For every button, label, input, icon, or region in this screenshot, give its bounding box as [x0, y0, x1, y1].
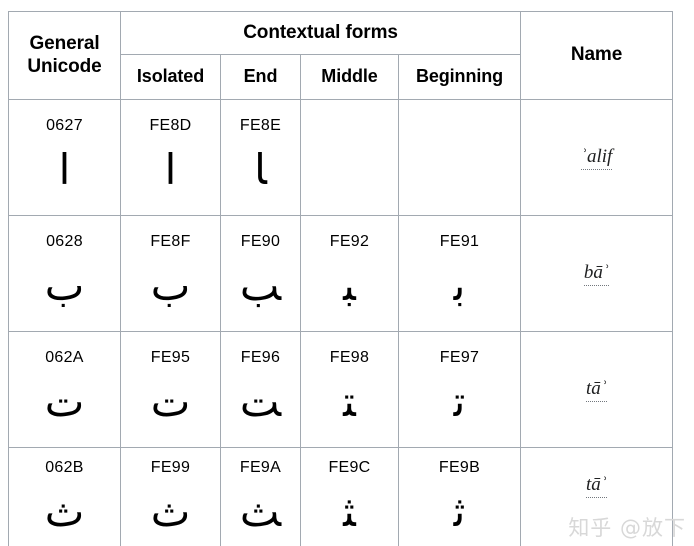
middle-form-codepoint: FE98: [329, 348, 370, 366]
letter-name[interactable]: bāʾ: [583, 262, 610, 286]
isolated-form-glyph: ﺙ: [150, 486, 191, 536]
beginning-form-glyph: ﺑ: [453, 260, 466, 310]
end-form-codepoint: FE8E: [239, 116, 282, 134]
table-header: General Unicode Contextual forms Name Is…: [8, 11, 674, 100]
isolated-form-glyph: ﺏ: [150, 260, 191, 310]
general-unicode-codepoint: 0628: [46, 232, 83, 250]
cell-end-form: FE8E ﺎ: [220, 99, 301, 216]
cell-letter-name: tāʾ: [520, 331, 674, 448]
general-unicode-codepoint: 062A: [45, 348, 84, 366]
cell-middle-form: [300, 99, 399, 216]
beginning-form-codepoint: FE9B: [438, 458, 481, 476]
cell-letter-name: tāʾ: [520, 447, 674, 546]
cell-beginning-form: FE91 ﺑ: [397, 215, 522, 332]
cell-general-unicode: 0628 ب: [8, 215, 121, 332]
end-form-glyph: ﺚ: [239, 486, 282, 536]
cell-isolated-form: FE99 ﺙ: [120, 447, 221, 546]
letter-name[interactable]: ʾalif: [580, 146, 613, 170]
screenshot-canvas: General Unicode Contextual forms Name Is…: [0, 0, 694, 546]
cell-general-unicode: 062B ث: [8, 447, 121, 546]
table-row: 062B ث FE99 ﺙ FE9A ﺚ FE9C ﺜ FE9B ﺛ tāʾ: [8, 447, 674, 546]
general-unicode-glyph: ت: [44, 376, 85, 426]
column-header-end: End: [220, 54, 301, 100]
isolated-form-glyph: ﺕ: [150, 376, 191, 426]
column-header-name: Name: [520, 11, 674, 100]
general-unicode-line-2: Unicode: [27, 55, 102, 77]
end-form-codepoint: FE90: [240, 232, 281, 250]
table-row: 0628 ب FE8F ﺏ FE90 ﺐ FE92 ﺒ FE91 ﺑ bāʾ: [8, 215, 674, 332]
cell-middle-form: FE98 ﺘ: [300, 331, 399, 448]
beginning-form-codepoint: FE91: [439, 232, 480, 250]
general-unicode-line-1: General: [29, 33, 100, 55]
table-body: 0627 ا FE8D ﺍ FE8E ﺎ ʾalif 0628 ب FE8F ﺏ FE90 ﺐ FE92 ﺒ…: [8, 99, 674, 546]
column-header-contextual-forms: Contextual forms: [119, 11, 522, 55]
cell-end-form: FE90 ﺐ: [220, 215, 301, 332]
general-unicode-glyph: ا: [58, 144, 71, 194]
general-unicode-glyph: ث: [44, 486, 85, 536]
cell-beginning-form: FE9B ﺛ: [397, 447, 522, 546]
cell-end-form: FE96 ﺖ: [220, 331, 301, 448]
header-row-top: General Unicode Contextual forms Name: [8, 11, 674, 100]
cell-middle-form: FE92 ﺒ: [300, 215, 399, 332]
end-form-glyph: ﺐ: [239, 260, 282, 310]
cell-middle-form: FE9C ﺜ: [300, 447, 399, 546]
middle-form-glyph: ﺒ: [343, 260, 356, 310]
general-unicode-codepoint: 062B: [45, 458, 84, 476]
cell-isolated-form: FE95 ﺕ: [120, 331, 221, 448]
end-form-glyph: ﺎ: [254, 144, 267, 194]
column-header-beginning: Beginning: [397, 54, 522, 100]
isolated-form-codepoint: FE8D: [149, 116, 192, 134]
cell-beginning-form: [397, 99, 522, 216]
column-header-isolated: Isolated: [120, 54, 221, 100]
arabic-contextual-forms-table: General Unicode Contextual forms Name Is…: [8, 11, 674, 546]
cell-letter-name: bāʾ: [520, 215, 674, 332]
cell-isolated-form: FE8D ﺍ: [120, 99, 221, 216]
cell-isolated-form: FE8F ﺏ: [120, 215, 221, 332]
table-row: 062A ت FE95 ﺕ FE96 ﺖ FE98 ﺘ FE97 ﺗ tāʾ: [8, 331, 674, 448]
cell-end-form: FE9A ﺚ: [220, 447, 301, 546]
general-unicode-codepoint: 0627: [46, 116, 83, 134]
middle-form-glyph: ﺜ: [343, 486, 356, 536]
column-header-general-unicode: General Unicode: [8, 11, 121, 100]
isolated-form-codepoint: FE8F: [150, 232, 191, 250]
middle-form-glyph: ﺘ: [343, 376, 356, 426]
end-form-codepoint: FE96: [240, 348, 281, 366]
letter-name[interactable]: tāʾ: [585, 474, 608, 498]
end-form-glyph: ﺖ: [239, 376, 282, 426]
table-row: 0627 ا FE8D ﺍ FE8E ﺎ ʾalif: [8, 99, 674, 216]
beginning-form-glyph: ﺛ: [453, 486, 466, 536]
cell-general-unicode: 0627 ا: [8, 99, 121, 216]
cell-general-unicode: 062A ت: [8, 331, 121, 448]
end-form-codepoint: FE9A: [239, 458, 282, 476]
cell-beginning-form: FE97 ﺗ: [397, 331, 522, 448]
beginning-form-glyph: ﺗ: [453, 376, 466, 426]
cell-letter-name: ʾalif: [520, 99, 674, 216]
middle-form-codepoint: FE9C: [328, 458, 371, 476]
letter-name[interactable]: tāʾ: [585, 378, 608, 402]
general-unicode-glyph: ب: [44, 260, 85, 310]
column-header-middle: Middle: [300, 54, 399, 100]
isolated-form-codepoint: FE99: [150, 458, 191, 476]
isolated-form-codepoint: FE95: [150, 348, 191, 366]
middle-form-codepoint: FE92: [329, 232, 370, 250]
beginning-form-codepoint: FE97: [439, 348, 480, 366]
isolated-form-glyph: ﺍ: [164, 144, 177, 194]
